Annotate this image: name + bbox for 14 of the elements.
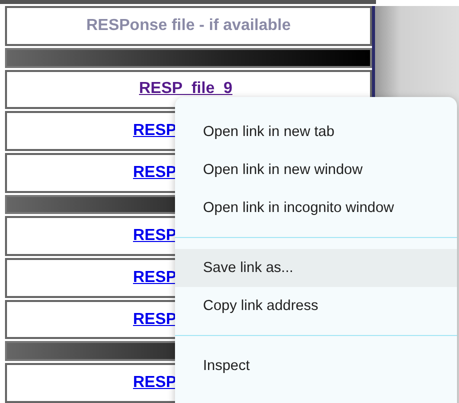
column-header: RESPonse file - if available xyxy=(5,6,372,46)
menu-item[interactable]: Open link in incognito window xyxy=(175,189,457,227)
file-link[interactable]: RESP xyxy=(133,268,177,287)
file-link[interactable]: RESP_file_9 xyxy=(139,80,232,98)
file-link[interactable]: RESP xyxy=(133,374,177,392)
file-link[interactable]: RESP xyxy=(133,164,177,182)
file-link[interactable]: RESP xyxy=(133,310,177,329)
menu-item[interactable]: Inspect xyxy=(175,347,457,385)
file-link[interactable]: RESP xyxy=(133,122,177,140)
menu-item[interactable]: Open link in new window xyxy=(175,151,457,189)
menu-item[interactable]: Save link as... xyxy=(175,249,457,287)
menu-item[interactable]: Open link in new tab xyxy=(175,113,457,151)
file-link[interactable]: RESP xyxy=(133,227,177,246)
menu-item[interactable]: Copy link address xyxy=(175,287,457,325)
